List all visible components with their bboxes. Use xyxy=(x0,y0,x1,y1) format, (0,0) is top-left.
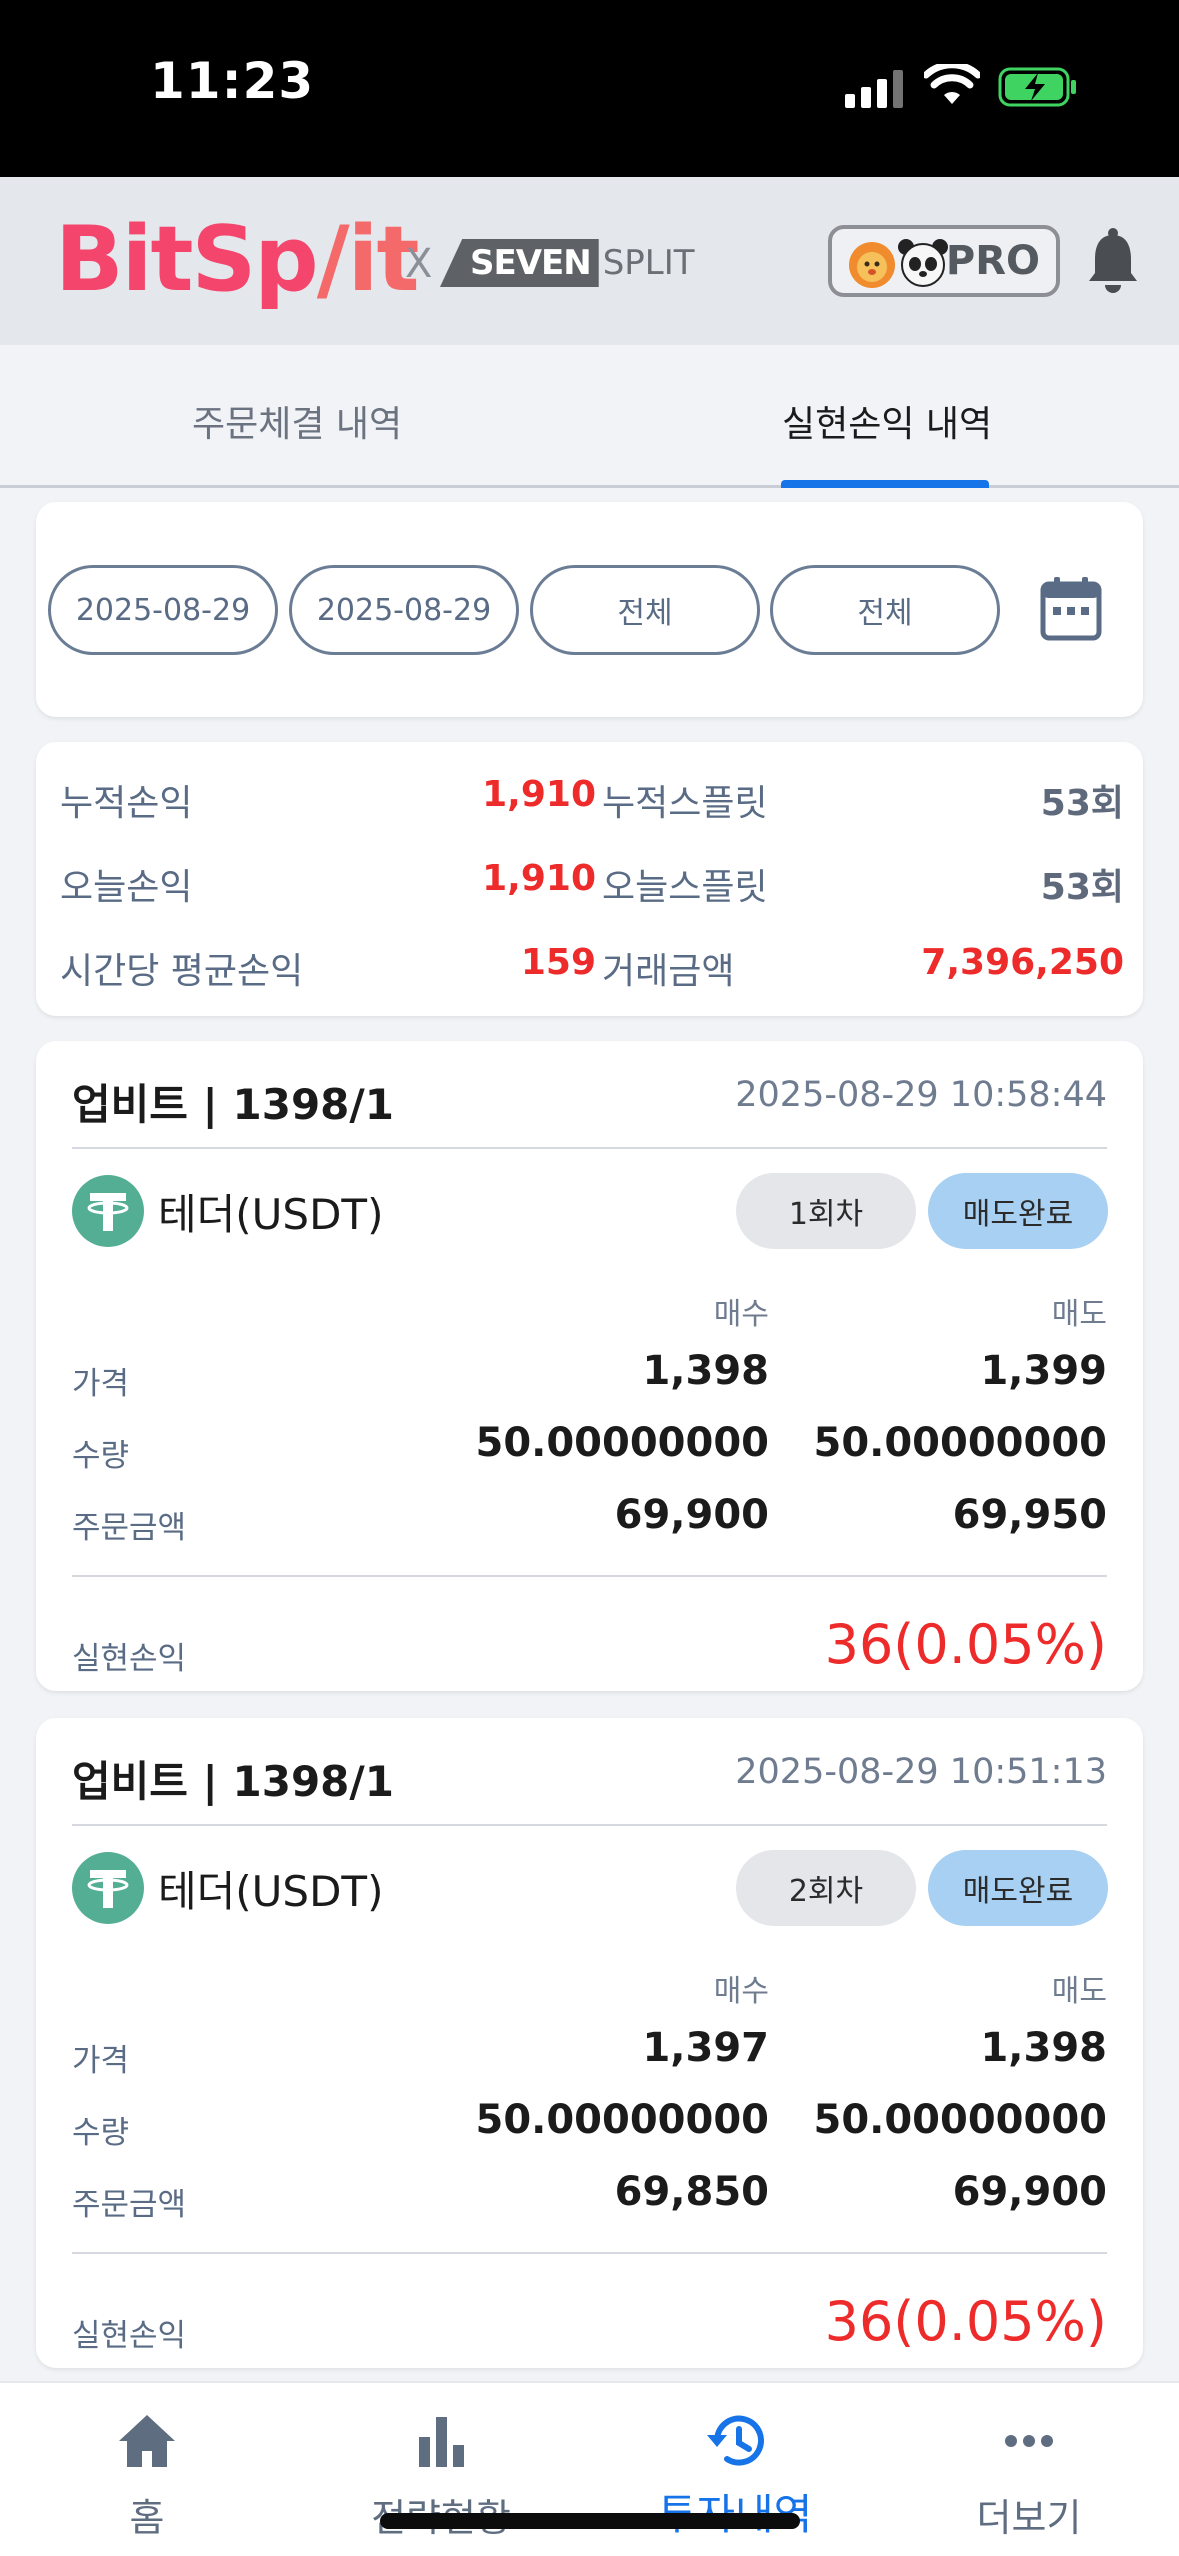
bitsplit-logo: BitSp/it xyxy=(55,207,419,312)
sell-column-header: 매도 xyxy=(1051,1974,1107,2009)
trade-exchange: 업비트 | 1398/1 xyxy=(72,1080,394,1129)
trade-datetime: 2025-08-29 10:58:44 xyxy=(735,1075,1107,1115)
sevensplit-logo: SEVEN SPLIT xyxy=(440,239,695,287)
round-badge: 1회차 xyxy=(736,1173,916,1249)
today-split-label: 오늘스플릿 xyxy=(602,867,768,908)
tether-icon xyxy=(72,1852,144,1924)
nav-home-label: 홈 xyxy=(129,2496,165,2540)
realized-pl-label: 실현손익 xyxy=(72,1641,187,1677)
wifi-icon xyxy=(924,64,980,104)
tab-order-history[interactable]: 주문체결 내역 xyxy=(192,395,402,447)
nav-more[interactable]: 더보기 xyxy=(882,2383,1176,2556)
realized-pl-value: 36(0.05%) xyxy=(824,2290,1107,2353)
hourly-pl-label: 시간당 평균손익 xyxy=(60,951,304,992)
qty-label: 수량 xyxy=(72,1438,130,1474)
volume-label: 거래금액 xyxy=(602,951,735,992)
sell-price: 1,398 xyxy=(980,2025,1107,2071)
summary-row-cumulative: 누적손익 1,910 누적스플릿 53회 xyxy=(60,774,1124,834)
bottom-nav: 홈 전략현황 투자내역 더보기 xyxy=(0,2381,1179,2556)
volume-value: 7,396,250 xyxy=(921,942,1124,983)
sell-qty: 50.00000000 xyxy=(813,1420,1107,1466)
bar-chart-icon xyxy=(419,2417,464,2467)
divider xyxy=(72,1575,1107,1577)
bell-icon[interactable] xyxy=(1085,225,1141,295)
buy-column-header: 매수 xyxy=(713,1974,769,2009)
today-pl-label: 오늘손익 xyxy=(60,867,193,908)
buy-qty: 50.00000000 xyxy=(475,2097,769,2143)
status-bar: 11:23 xyxy=(0,0,1179,177)
buy-amount: 69,900 xyxy=(614,1492,769,1538)
today-pl-value: 1,910 xyxy=(482,858,596,899)
status-time: 11:23 xyxy=(150,52,315,110)
sell-price: 1,399 xyxy=(980,1348,1107,1394)
price-label: 가격 xyxy=(72,2043,130,2079)
history-icon xyxy=(707,2415,764,2466)
status-badge: 매도완료 xyxy=(928,1173,1108,1249)
more-icon xyxy=(1005,2435,1053,2447)
nav-investment-history-label: 투자내역 xyxy=(588,2481,882,2542)
pro-button[interactable]: PRO xyxy=(828,225,1060,297)
buy-column-header: 매수 xyxy=(713,1297,769,1332)
divider xyxy=(72,1147,1107,1149)
coin-name: 테더(USDT) xyxy=(158,1867,384,1916)
nav-home[interactable]: 홈 xyxy=(0,2383,294,2556)
trade-card[interactable]: 업비트 | 1398/1 2025-08-29 10:58:44 테더(USDT… xyxy=(36,1041,1143,1691)
cum-split-label: 누적스플릿 xyxy=(602,783,768,824)
sell-amount: 69,900 xyxy=(952,2169,1107,2215)
nav-more-label: 더보기 xyxy=(976,2496,1082,2540)
filter-card: 2025-08-29 2025-08-29 전체 전체 xyxy=(36,502,1143,717)
partner-x: X xyxy=(405,241,433,287)
filter-select-1[interactable]: 전체 xyxy=(530,565,760,655)
today-split-value: 53회 xyxy=(1040,867,1124,908)
filter-select-2[interactable]: 전체 xyxy=(770,565,1000,655)
tab-realized-pl[interactable]: 실현손익 내역 xyxy=(782,395,992,447)
buy-price: 1,397 xyxy=(642,2025,769,2071)
calendar-icon[interactable] xyxy=(1040,575,1102,641)
sell-amount: 69,950 xyxy=(952,1492,1107,1538)
divider xyxy=(72,1824,1107,1826)
cum-pl-value: 1,910 xyxy=(482,774,596,815)
divider xyxy=(72,2252,1107,2254)
lion-panda-icon xyxy=(849,239,948,288)
battery-charging-icon xyxy=(998,67,1076,107)
nav-strategy[interactable]: 전략현황 xyxy=(294,2383,588,2556)
cum-split-value: 53회 xyxy=(1040,783,1124,824)
buy-qty: 50.00000000 xyxy=(475,1420,769,1466)
summary-row-hourly: 시간당 평균손익 159 거래금액 7,396,250 xyxy=(60,942,1124,1002)
cum-pl-label: 누적손익 xyxy=(60,783,193,824)
summary-row-today: 오늘손익 1,910 오늘스플릿 53회 xyxy=(60,858,1124,918)
round-badge: 2회차 xyxy=(736,1850,916,1926)
cellular-signal-icon xyxy=(845,70,903,108)
sell-qty: 50.00000000 xyxy=(813,2097,1107,2143)
home-indicator xyxy=(380,2513,800,2529)
app-header: BitSp/it X SEVEN SPLIT PRO xyxy=(0,177,1179,345)
nav-investment-history[interactable]: 투자내역 xyxy=(588,2383,882,2556)
trade-card[interactable]: 업비트 | 1398/1 2025-08-29 10:51:13 테더(USDT… xyxy=(36,1718,1143,2368)
active-tab-indicator xyxy=(781,480,989,488)
amount-label: 주문금액 xyxy=(72,2187,187,2223)
tab-bar: 주문체결 내역 실현손익 내역 xyxy=(0,345,1179,488)
qty-label: 수량 xyxy=(72,2115,130,2151)
buy-price: 1,398 xyxy=(642,1348,769,1394)
amount-label: 주문금액 xyxy=(72,1510,187,1546)
end-date-button[interactable]: 2025-08-29 xyxy=(289,565,519,655)
sell-column-header: 매도 xyxy=(1051,1297,1107,1332)
realized-pl-label: 실현손익 xyxy=(72,2318,187,2354)
status-badge: 매도완료 xyxy=(928,1850,1108,1926)
start-date-button[interactable]: 2025-08-29 xyxy=(48,565,278,655)
coin-name: 테더(USDT) xyxy=(158,1190,384,1239)
trade-exchange: 업비트 | 1398/1 xyxy=(72,1757,394,1806)
hourly-pl-value: 159 xyxy=(520,942,596,983)
summary-card: 누적손익 1,910 누적스플릿 53회 오늘손익 1,910 오늘스플릿 53… xyxy=(36,742,1143,1016)
home-icon xyxy=(119,2415,175,2467)
tether-icon xyxy=(72,1175,144,1247)
price-label: 가격 xyxy=(72,1366,130,1402)
trade-datetime: 2025-08-29 10:51:13 xyxy=(735,1752,1107,1792)
realized-pl-value: 36(0.05%) xyxy=(824,1613,1107,1676)
pro-label: PRO xyxy=(945,238,1040,284)
buy-amount: 69,850 xyxy=(614,2169,769,2215)
